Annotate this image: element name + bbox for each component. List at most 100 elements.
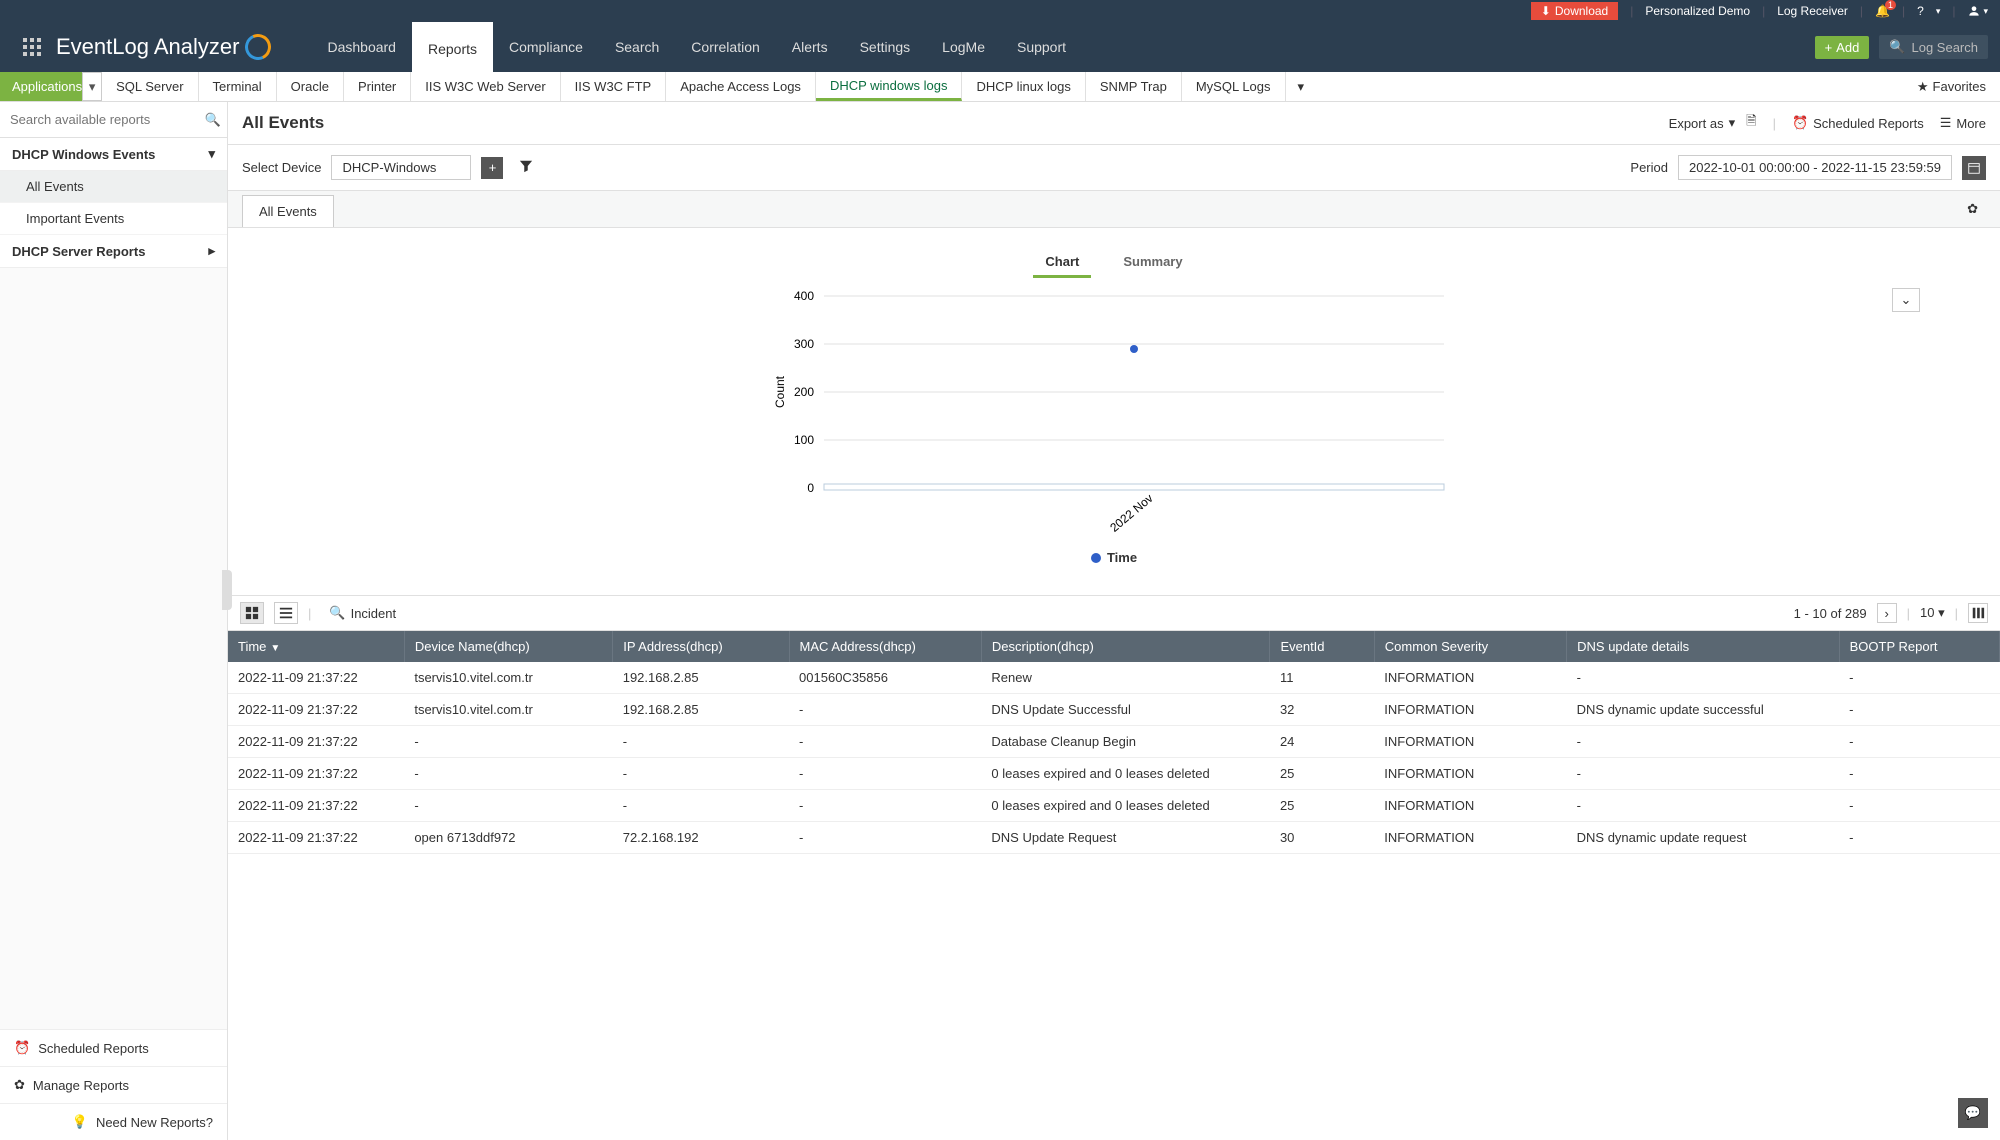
subnav-item[interactable]: Printer xyxy=(344,72,411,101)
subnav-item[interactable]: SQL Server xyxy=(102,72,198,101)
table-cell: 2022-11-09 21:37:22 xyxy=(228,694,404,726)
column-header[interactable]: BOOTP Report xyxy=(1839,631,1999,662)
column-header[interactable]: Time▼ xyxy=(228,631,404,662)
chart-expand-toggle[interactable]: ⌄ xyxy=(1892,288,1920,312)
table-cell: Renew xyxy=(981,662,1270,694)
subnav-item[interactable]: IIS W3C Web Server xyxy=(411,72,560,101)
table-cell: 0 leases expired and 0 leases deleted xyxy=(981,790,1270,822)
apps-grid-icon[interactable] xyxy=(12,38,52,56)
column-header[interactable]: Device Name(dhcp) xyxy=(404,631,612,662)
column-header[interactable]: Description(dhcp) xyxy=(981,631,1270,662)
add-button[interactable]: + Add xyxy=(1815,36,1870,59)
applications-label: Applications xyxy=(12,79,82,94)
column-header[interactable]: MAC Address(dhcp) xyxy=(789,631,981,662)
tab-reports[interactable]: Reports xyxy=(412,22,493,72)
manage-reports-link[interactable]: ✿ Manage Reports xyxy=(0,1066,227,1103)
table-cell: DNS dynamic update request xyxy=(1567,822,1840,854)
sidebar-section-dhcp-windows-events[interactable]: DHCP Windows Events ▾ xyxy=(0,138,227,171)
table-cell: - xyxy=(1567,758,1840,790)
favorites-link[interactable]: ★ Favorites xyxy=(1903,72,2000,101)
table-row[interactable]: 2022-11-09 21:37:22open 6713ddf97272.2.1… xyxy=(228,822,2000,854)
help-link[interactable]: ? xyxy=(1917,4,1924,18)
reports-search: 🔍 xyxy=(0,102,227,138)
subnav-item[interactable]: Terminal xyxy=(199,72,277,101)
subnav-item[interactable]: MySQL Logs xyxy=(1182,72,1286,101)
sidebar-section-dhcp-server-reports[interactable]: DHCP Server Reports ▸ xyxy=(0,235,227,268)
next-page-button[interactable]: › xyxy=(1877,603,1897,623)
tab-dashboard[interactable]: Dashboard xyxy=(311,22,412,72)
subnav-item[interactable]: DHCP windows logs xyxy=(816,72,963,101)
chevron-down-icon: ▾ xyxy=(208,146,215,162)
table-row[interactable]: 2022-11-09 21:37:22tservis10.vitel.com.t… xyxy=(228,662,2000,694)
search-icon[interactable]: 🔍 xyxy=(205,112,221,128)
chat-icon[interactable]: 💬 xyxy=(1958,1098,1988,1128)
scheduled-reports-button[interactable]: ⏰ Scheduled Reports xyxy=(1792,115,1924,131)
search-input[interactable] xyxy=(6,108,205,131)
tab-support[interactable]: Support xyxy=(1001,22,1082,72)
table-row[interactable]: 2022-11-09 21:37:22---0 leases expired a… xyxy=(228,758,2000,790)
tab-correlation[interactable]: Correlation xyxy=(675,22,775,72)
table-cell: INFORMATION xyxy=(1374,822,1566,854)
notifications-icon[interactable]: 🔔1 xyxy=(1875,4,1890,18)
log-search-button[interactable]: 🔍 Log Search xyxy=(1879,35,1988,59)
personalized-demo-link[interactable]: Personalized Demo xyxy=(1645,4,1750,18)
scheduled-reports-link[interactable]: ⏰ Scheduled Reports xyxy=(0,1029,227,1066)
clock-icon: ⏰ xyxy=(1792,115,1808,131)
column-header[interactable]: DNS update details xyxy=(1567,631,1840,662)
subnav-more-dropdown[interactable]: ▾ xyxy=(1286,72,1317,101)
ytick-0: 0 xyxy=(807,481,814,495)
more-menu[interactable]: ☰ More xyxy=(1940,115,1986,131)
filter-icon[interactable] xyxy=(513,159,539,176)
tab-logme[interactable]: LogMe xyxy=(926,22,1001,72)
table-cell: 192.168.2.85 xyxy=(613,662,789,694)
tab-settings[interactable]: Settings xyxy=(844,22,927,72)
grid-view-button[interactable] xyxy=(240,602,264,624)
subtab-all-events[interactable]: All Events xyxy=(242,195,334,227)
table-cell: - xyxy=(789,694,981,726)
tab-summary[interactable]: Summary xyxy=(1111,248,1194,278)
user-icon[interactable]: ▾ xyxy=(1967,4,1988,18)
device-select[interactable]: DHCP-Windows xyxy=(331,155,471,180)
page-size-select[interactable]: 10 ▾ xyxy=(1920,605,1945,621)
column-header[interactable]: EventId xyxy=(1270,631,1374,662)
tab-alerts[interactable]: Alerts xyxy=(776,22,844,72)
subnav-item[interactable]: DHCP linux logs xyxy=(962,72,1085,101)
column-header[interactable]: IP Address(dhcp) xyxy=(613,631,789,662)
table-cell: Database Cleanup Begin xyxy=(981,726,1270,758)
table-cell: - xyxy=(613,726,789,758)
column-settings-button[interactable] xyxy=(1968,603,1988,623)
table-row[interactable]: 2022-11-09 21:37:22---0 leases expired a… xyxy=(228,790,2000,822)
subnav-item[interactable]: Apache Access Logs xyxy=(666,72,816,101)
table-cell: 72.2.168.192 xyxy=(613,822,789,854)
download-label: Download xyxy=(1555,4,1608,18)
add-device-button[interactable]: + xyxy=(481,157,503,179)
tab-compliance[interactable]: Compliance xyxy=(493,22,599,72)
period-input[interactable]: 2022-10-01 00:00:00 - 2022-11-15 23:59:5… xyxy=(1678,155,1952,180)
incident-button[interactable]: 🔍 Incident xyxy=(329,605,396,621)
table-cell: - xyxy=(789,790,981,822)
sidebar-collapse-handle[interactable] xyxy=(222,570,232,610)
table-cell: 2022-11-09 21:37:22 xyxy=(228,726,404,758)
sidebar-item-all-events[interactable]: All Events xyxy=(0,171,227,203)
calendar-button[interactable] xyxy=(1962,156,1986,180)
column-header[interactable]: Common Severity xyxy=(1374,631,1566,662)
tab-chart[interactable]: Chart xyxy=(1033,248,1091,278)
log-receiver-link[interactable]: Log Receiver xyxy=(1777,4,1848,18)
export-config-icon[interactable]: 🗎 xyxy=(1746,112,1756,134)
subnav-item[interactable]: IIS W3C FTP xyxy=(561,72,667,101)
need-new-reports-link[interactable]: 💡 Need New Reports? xyxy=(0,1103,227,1140)
subnav-item[interactable]: Oracle xyxy=(277,72,344,101)
table-row[interactable]: 2022-11-09 21:37:22---Database Cleanup B… xyxy=(228,726,2000,758)
applications-dropdown[interactable]: Applications ▾ xyxy=(0,72,102,101)
download-button[interactable]: ⬇ Download xyxy=(1531,2,1618,20)
subnav-item[interactable]: SNMP Trap xyxy=(1086,72,1182,101)
chart-settings-icon[interactable]: ✿ xyxy=(1959,193,1986,225)
table-row[interactable]: 2022-11-09 21:37:22tservis10.vitel.com.t… xyxy=(228,694,2000,726)
table-cell: 2022-11-09 21:37:22 xyxy=(228,662,404,694)
list-view-button[interactable] xyxy=(274,602,298,624)
ytick-400: 400 xyxy=(794,289,814,303)
export-as-dropdown[interactable]: Export as ▾ 🗎 xyxy=(1669,112,1757,134)
data-point[interactable] xyxy=(1130,345,1138,353)
tab-search[interactable]: Search xyxy=(599,22,675,72)
sidebar-item-important-events[interactable]: Important Events xyxy=(0,203,227,235)
